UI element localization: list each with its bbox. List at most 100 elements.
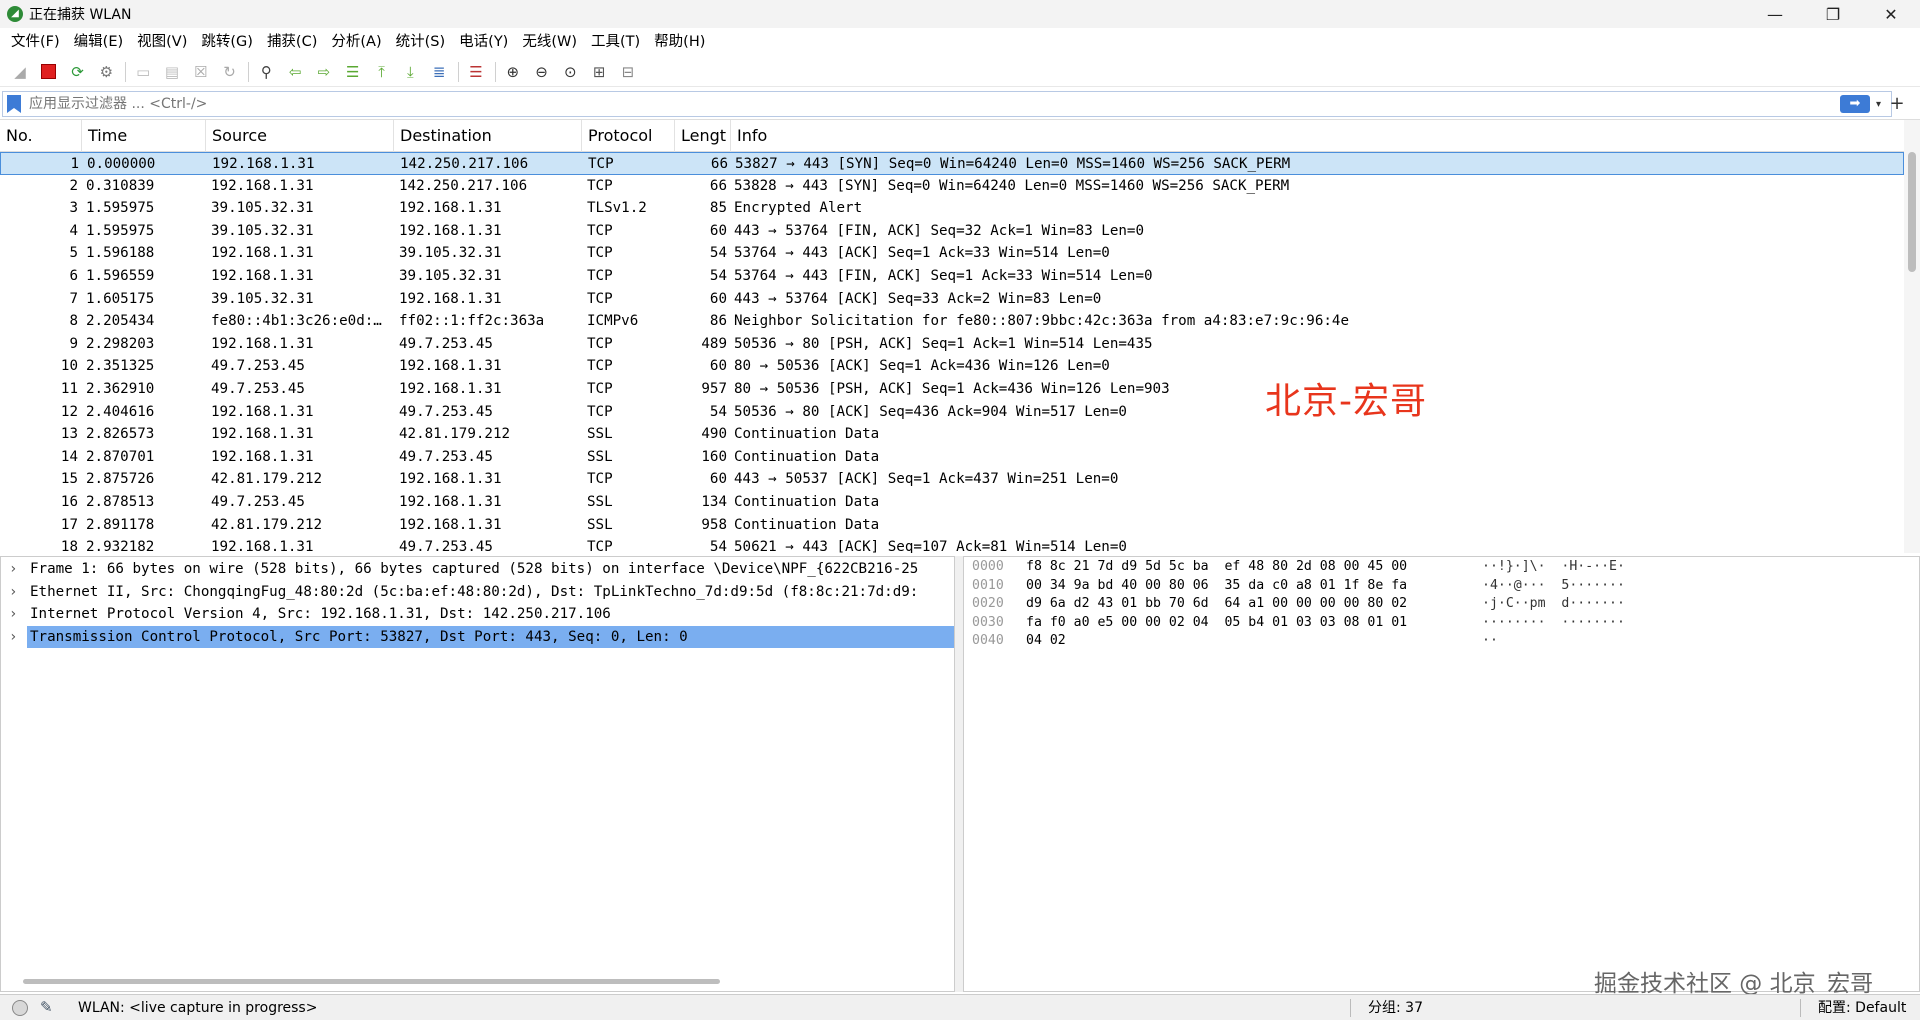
packet-cell-proto: ICMPv6 [587,313,639,330]
expand-arrow-icon[interactable]: › [9,603,17,625]
hex-bytes[interactable]: f8 8c 21 7d d9 5d 5c ba ef 48 80 2d 08 0… [1026,558,1407,576]
ascii-bytes[interactable]: ·j·C··pm d······· [1482,595,1625,613]
column-info[interactable]: Info [731,120,1904,152]
menu-help[interactable]: 帮助(H) [647,29,712,55]
menu-telephony[interactable]: 电话(Y) [452,29,515,55]
packet-row[interactable]: 2 0.310839 192.168.1.31 142.250.217.106 TCP 6… [0,174,1904,198]
go-forward-icon[interactable]: ⇨ [312,60,336,84]
packet-row[interactable]: 8 2.205434 fe80::4b1:3c26:e0d:… ff02::1:ff2… [0,310,1904,333]
restart-capture-icon[interactable]: ⟳ [66,60,90,84]
go-last-icon[interactable]: ⤓ [398,60,422,84]
layout-icon[interactable]: ⊟ [616,60,640,84]
packet-cell-time: 1.596559 [86,268,155,284]
stop-capture-icon[interactable] [37,60,61,84]
ascii-bytes[interactable]: ········ ········ [1482,614,1625,632]
packet-row[interactable]: 17 2.891178 42.81.179.212 192.168.1.31 SSL 95… [0,513,1904,537]
packet-cell-len: 86 [709,313,727,330]
zoom-in-icon[interactable]: ⊕ [501,60,525,84]
filter-history-dropdown[interactable]: ▾ [1876,99,1881,110]
menu-edit[interactable]: 编辑(E) [67,29,130,55]
column-no[interactable]: No. [0,120,82,152]
column-length[interactable]: Lengt [675,120,731,152]
packet-list-scrollbar[interactable] [1904,120,1920,553]
column-source[interactable]: Source [206,120,394,152]
expert-info-icon[interactable] [12,1000,28,1016]
zoom-normal-icon[interactable]: ⊙ [558,60,582,84]
hex-bytes[interactable]: 00 34 9a bd 40 00 80 06 35 da c0 a8 01 1… [1026,577,1407,595]
reload-file-icon[interactable]: ↻ [218,60,242,84]
ascii-bytes[interactable]: ··!}·]\· ·H·-··E· [1482,558,1625,576]
capture-comment-icon[interactable]: ✎ [40,998,53,1016]
apply-filter-button[interactable]: ➡ [1839,95,1870,113]
pane-splitter[interactable] [955,556,963,992]
hex-bytes[interactable]: d9 6a d2 43 01 bb 70 6d 64 a1 00 00 00 0… [1026,595,1407,613]
minimize-button[interactable]: — [1746,0,1804,28]
menu-go[interactable]: 跳转(G) [194,29,260,55]
column-destination[interactable]: Destination [394,120,582,152]
open-file-icon[interactable]: ▭ [131,60,155,84]
hex-offset[interactable]: 0030 [972,614,1004,632]
packet-row[interactable]: 13 2.826573 192.168.1.31 42.81.179.212 SSL 49… [0,423,1904,446]
packet-row[interactable]: 7 1.605175 39.105.32.31 192.168.1.31 TCP 60 44… [0,287,1904,311]
packet-row[interactable]: 3 1.595975 39.105.32.31 192.168.1.31 TLSv1.2… [0,197,1904,220]
autoscroll-icon[interactable]: ≣ [427,60,451,84]
status-separator [1350,999,1351,1017]
packet-cell-len: 60 [709,358,727,375]
menu-statistics[interactable]: 统计(S) [389,29,453,55]
menu-file[interactable]: 文件(F) [4,29,67,55]
hex-bytes[interactable]: 04 02 [1026,632,1066,650]
hex-bytes[interactable]: fa f0 a0 e5 00 00 02 04 05 b4 01 03 03 0… [1026,614,1407,632]
menu-analyze[interactable]: 分析(A) [324,29,388,55]
add-filter-button[interactable]: + [1884,91,1910,117]
packet-row[interactable]: 1 0.000000 192.168.1.31 142.250.217.106 TCP 6… [0,152,1904,175]
find-packet-icon[interactable]: ⚲ [254,60,278,84]
menu-wireless[interactable]: 无线(W) [515,29,584,55]
expand-arrow-icon[interactable]: › [9,558,17,580]
packet-row[interactable]: 11 2.362910 49.7.253.45 192.168.1.31 TCP 957 8… [0,378,1904,401]
column-time[interactable]: Time [82,120,206,152]
ascii-bytes[interactable]: ·4··@··· 5······· [1482,577,1625,595]
menu-view[interactable]: 视图(V) [130,29,194,55]
resize-columns-icon[interactable]: ⊞ [587,60,611,84]
expand-arrow-icon[interactable]: › [9,581,17,603]
packet-row[interactable]: 12 2.404616 192.168.1.31 49.7.253.45 TCP 54 50… [0,400,1904,424]
hex-offset[interactable]: 0040 [972,632,1004,650]
details-horizontal-scrollbar[interactable] [23,979,720,984]
scrollbar-thumb[interactable] [1908,152,1916,272]
capture-options-icon[interactable]: ⚙ [94,60,118,84]
detail-tree-item[interactable]: › Ethernet II, Src: ChongqingFug_48:80:2d… [1,581,954,604]
restore-button[interactable]: ❐ [1804,0,1862,28]
packet-row[interactable]: 9 2.298203 192.168.1.31 49.7.253.45 TCP 489 50… [0,332,1904,356]
display-filter-input[interactable] [29,93,1840,115]
hex-offset[interactable]: 0000 [972,558,1004,576]
go-to-packet-icon[interactable]: ☰ [341,60,365,84]
hex-offset[interactable]: 0010 [972,577,1004,595]
close-file-icon[interactable]: ☒ [189,60,213,84]
go-first-icon[interactable]: ⤒ [370,60,394,84]
packet-row[interactable]: 15 2.875726 42.81.179.212 192.168.1.31 TCP 60… [0,468,1904,491]
detail-tree-item[interactable]: › Frame 1: 66 bytes on wire (528 bits), 6… [1,558,954,581]
save-file-icon[interactable]: ▤ [160,60,184,84]
hex-offset[interactable]: 0020 [972,595,1004,613]
zoom-out-icon[interactable]: ⊖ [530,60,554,84]
packet-row[interactable]: 10 2.351325 49.7.253.45 192.168.1.31 TCP 60 80… [0,355,1904,378]
expand-arrow-icon[interactable]: › [9,626,17,648]
bookmark-icon[interactable] [7,95,21,113]
packet-row[interactable]: 18 2.932182 192.168.1.31 49.7.253.45 TCP 54 50… [0,536,1904,553]
profile-selector[interactable]: 配置: Default [1818,995,1906,1021]
close-button[interactable]: ✕ [1862,0,1920,28]
packet-row[interactable]: 5 1.596188 192.168.1.31 39.105.32.31 TCP 54 53… [0,242,1904,265]
go-back-icon[interactable]: ⇦ [283,60,307,84]
shark-fin-start-icon[interactable]: ◢ [8,60,32,84]
ascii-bytes[interactable]: ·· [1482,632,1498,650]
detail-tree-item[interactable]: › Transmission Control Protocol, Src Port… [1,625,954,649]
detail-tree-item[interactable]: › Internet Protocol Version 4, Src: 192.1… [1,603,954,626]
packet-row[interactable]: 14 2.870701 192.168.1.31 49.7.253.45 SSL 160 C… [0,445,1904,469]
menu-capture[interactable]: 捕获(C) [260,29,324,55]
colorize-icon[interactable]: ☰ [464,60,488,84]
packet-row[interactable]: 16 2.878513 49.7.253.45 192.168.1.31 SSL 134 C… [0,491,1904,514]
menu-tools[interactable]: 工具(T) [584,29,647,55]
packet-row[interactable]: 6 1.596559 192.168.1.31 39.105.32.31 TCP 54 53… [0,265,1904,288]
column-protocol[interactable]: Protocol [582,120,675,152]
packet-row[interactable]: 4 1.595975 39.105.32.31 192.168.1.31 TCP 60 44… [0,219,1904,243]
